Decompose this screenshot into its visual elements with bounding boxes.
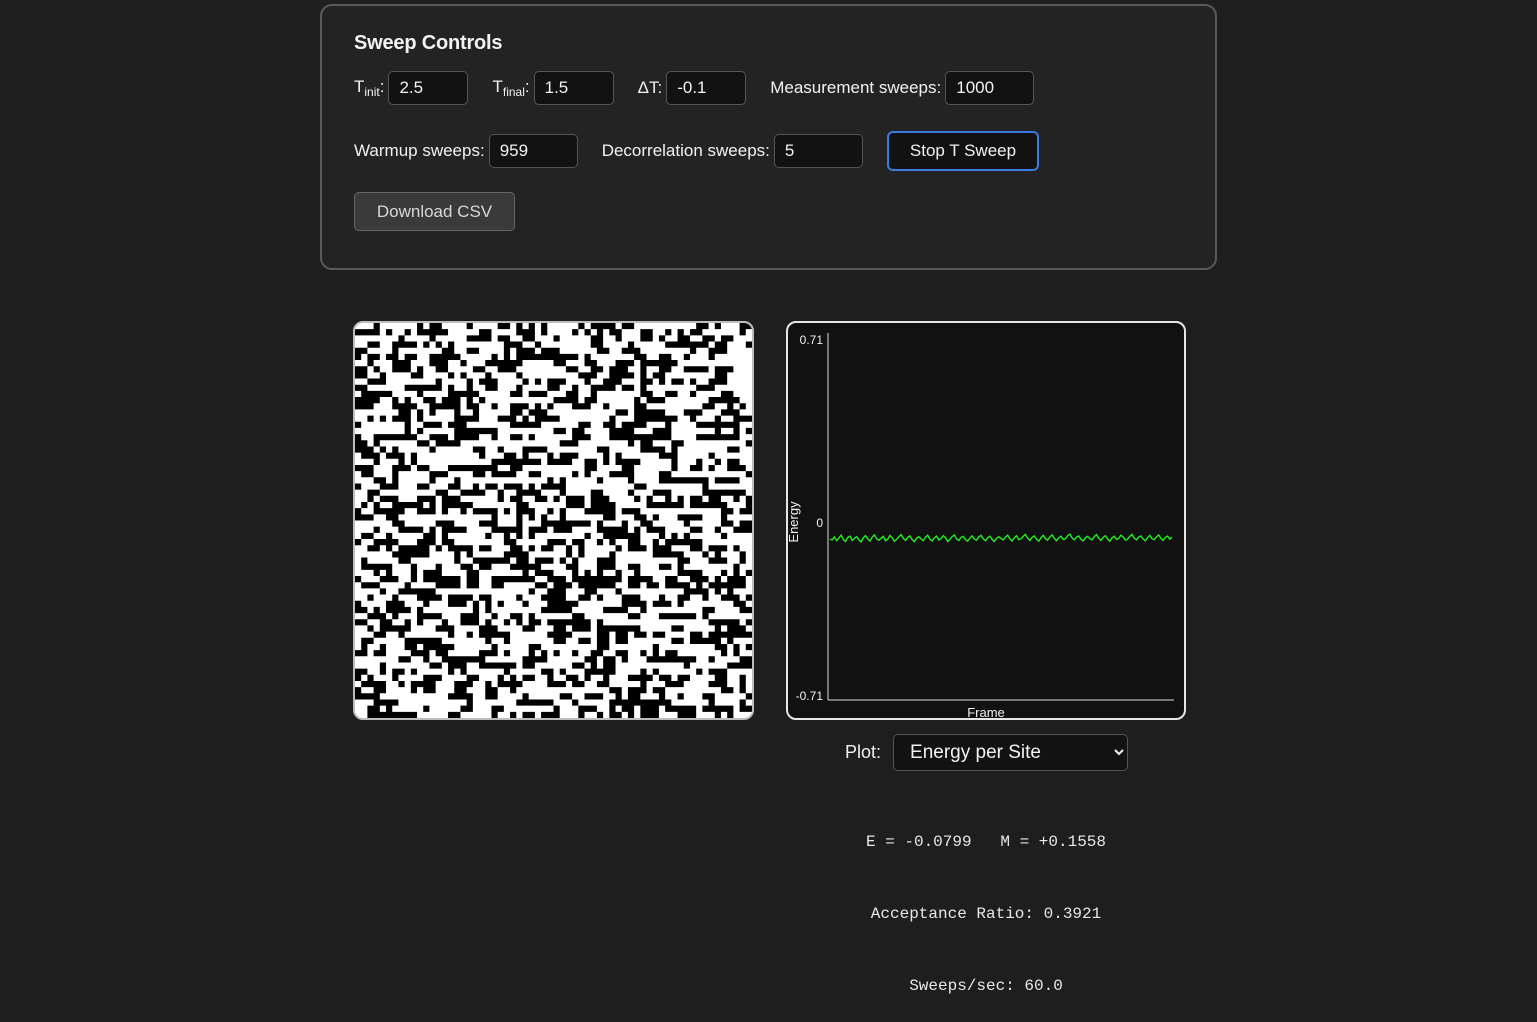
warmup-sweeps-input[interactable] bbox=[488, 134, 578, 168]
energy-series-line bbox=[829, 533, 1173, 544]
plot-type-select[interactable]: Energy per Site bbox=[893, 734, 1129, 771]
t-final-control: Tfinal: bbox=[492, 71, 614, 105]
t-init-input[interactable] bbox=[388, 71, 469, 105]
stats-readout: E = -0.0799 M = +0.1558 Acceptance Ratio… bbox=[786, 782, 1186, 1022]
plot-selector-label: Plot: bbox=[845, 742, 882, 762]
spin-lattice bbox=[355, 323, 752, 718]
spin-lattice-canvas bbox=[353, 321, 754, 720]
download-csv-button[interactable]: Download CSV bbox=[354, 192, 515, 231]
sweep-controls-title: Sweep Controls bbox=[354, 32, 503, 54]
warmup-sweeps-control: Warmup sweeps: bbox=[354, 134, 578, 168]
plot-selector-row: Plot: Energy per Site bbox=[845, 734, 1129, 771]
t-final-input[interactable] bbox=[533, 71, 614, 105]
decorrelation-sweeps-label: Decorrelation sweeps: bbox=[601, 141, 770, 160]
t-final-label: Tfinal: bbox=[492, 77, 530, 99]
measurement-sweeps-input[interactable] bbox=[945, 71, 1035, 105]
sweep-controls-panel: Sweep Controls Tinit: Tfinal: ΔT: Measur… bbox=[320, 4, 1217, 270]
t-init-control: Tinit: bbox=[354, 71, 469, 105]
decorrelation-sweeps-control: Decorrelation sweeps: bbox=[602, 134, 863, 168]
x-axis-label: Frame bbox=[967, 705, 1005, 718]
energy-magnetization-readout: E = -0.0799 M = +0.1558 bbox=[865, 833, 1107, 851]
t-init-label: Tinit: bbox=[354, 77, 385, 99]
sweep-controls-row-2: Warmup sweeps: Decorrelation sweeps: Sto… bbox=[354, 131, 1040, 171]
delta-t-control: ΔT: bbox=[638, 71, 747, 105]
sweep-controls-row-1: Tinit: Tfinal: ΔT: Measurement sweeps: bbox=[354, 71, 1058, 105]
y-tick-label-min: -0.71 bbox=[796, 689, 824, 703]
y-tick-label-max: 0.71 bbox=[800, 333, 824, 347]
measurement-sweeps-label: Measurement sweeps: bbox=[770, 78, 942, 97]
delta-t-input[interactable] bbox=[666, 71, 747, 105]
sweeps-per-second-readout: Sweeps/sec: 60.0 bbox=[909, 977, 1063, 995]
delta-t-label: ΔT: bbox=[637, 78, 663, 97]
energy-plot-svg: 0.71 0 -0.71 Energy Frame bbox=[788, 333, 1174, 718]
energy-plot: 0.71 0 -0.71 Energy Frame bbox=[786, 321, 1186, 720]
y-axis-label: Energy bbox=[788, 501, 801, 543]
warmup-sweeps-label: Warmup sweeps: bbox=[354, 141, 485, 160]
y-tick-label-zero: 0 bbox=[816, 516, 823, 530]
acceptance-ratio-readout: Acceptance Ratio: 0.3921 bbox=[870, 905, 1102, 923]
decorrelation-sweeps-input[interactable] bbox=[773, 134, 863, 168]
stop-t-sweep-button[interactable]: Stop T Sweep bbox=[886, 131, 1040, 171]
measurement-sweeps-control: Measurement sweeps: bbox=[770, 71, 1035, 105]
